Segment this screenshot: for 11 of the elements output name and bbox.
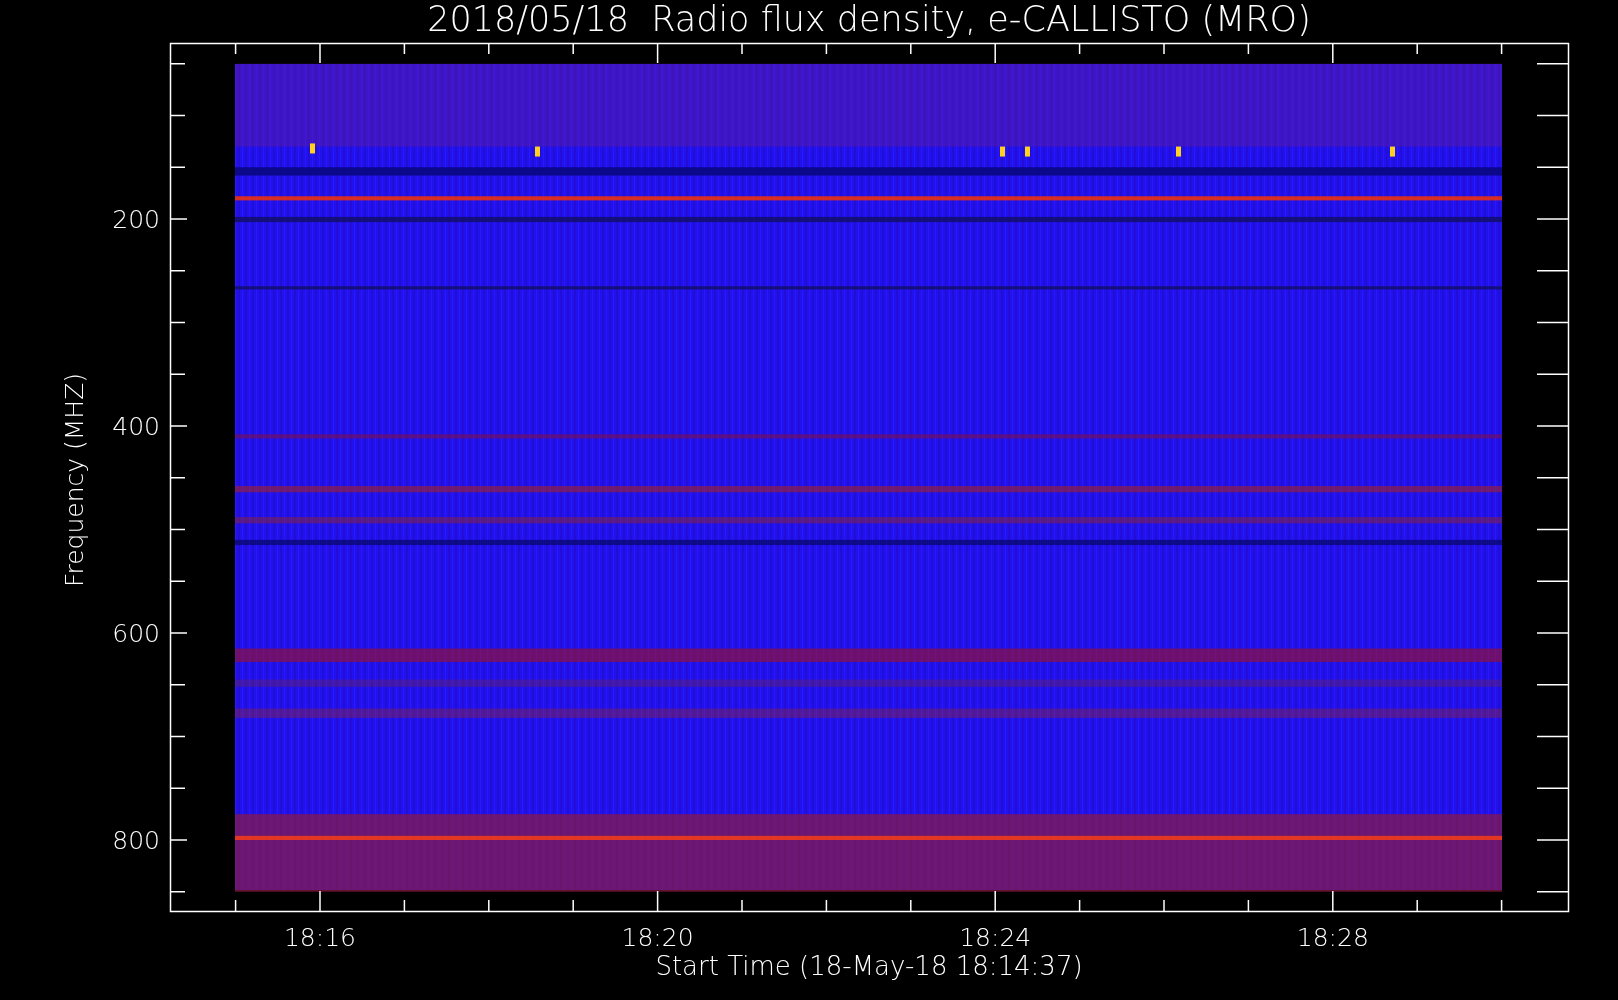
x-tick-label: 18:20 — [621, 923, 694, 952]
y-tick-label: 200 — [112, 205, 160, 234]
chart-title: 2018/05/18 Radio flux density, e-CALLISTO (MRO) — [427, 0, 1311, 39]
y-tick-label: 400 — [112, 412, 160, 441]
x-tick-label: 18:16 — [284, 923, 356, 952]
x-tick-label: 18:28 — [1296, 923, 1369, 952]
y-axis-title: Frequency (MHZ) — [60, 372, 89, 588]
y-tick-label: 600 — [112, 619, 160, 648]
y-tick-label: 800 — [112, 826, 160, 855]
x-axis-title: Start Time (18-May-18 18:14:37) — [655, 951, 1083, 981]
x-tick-label: 18:24 — [959, 923, 1032, 952]
